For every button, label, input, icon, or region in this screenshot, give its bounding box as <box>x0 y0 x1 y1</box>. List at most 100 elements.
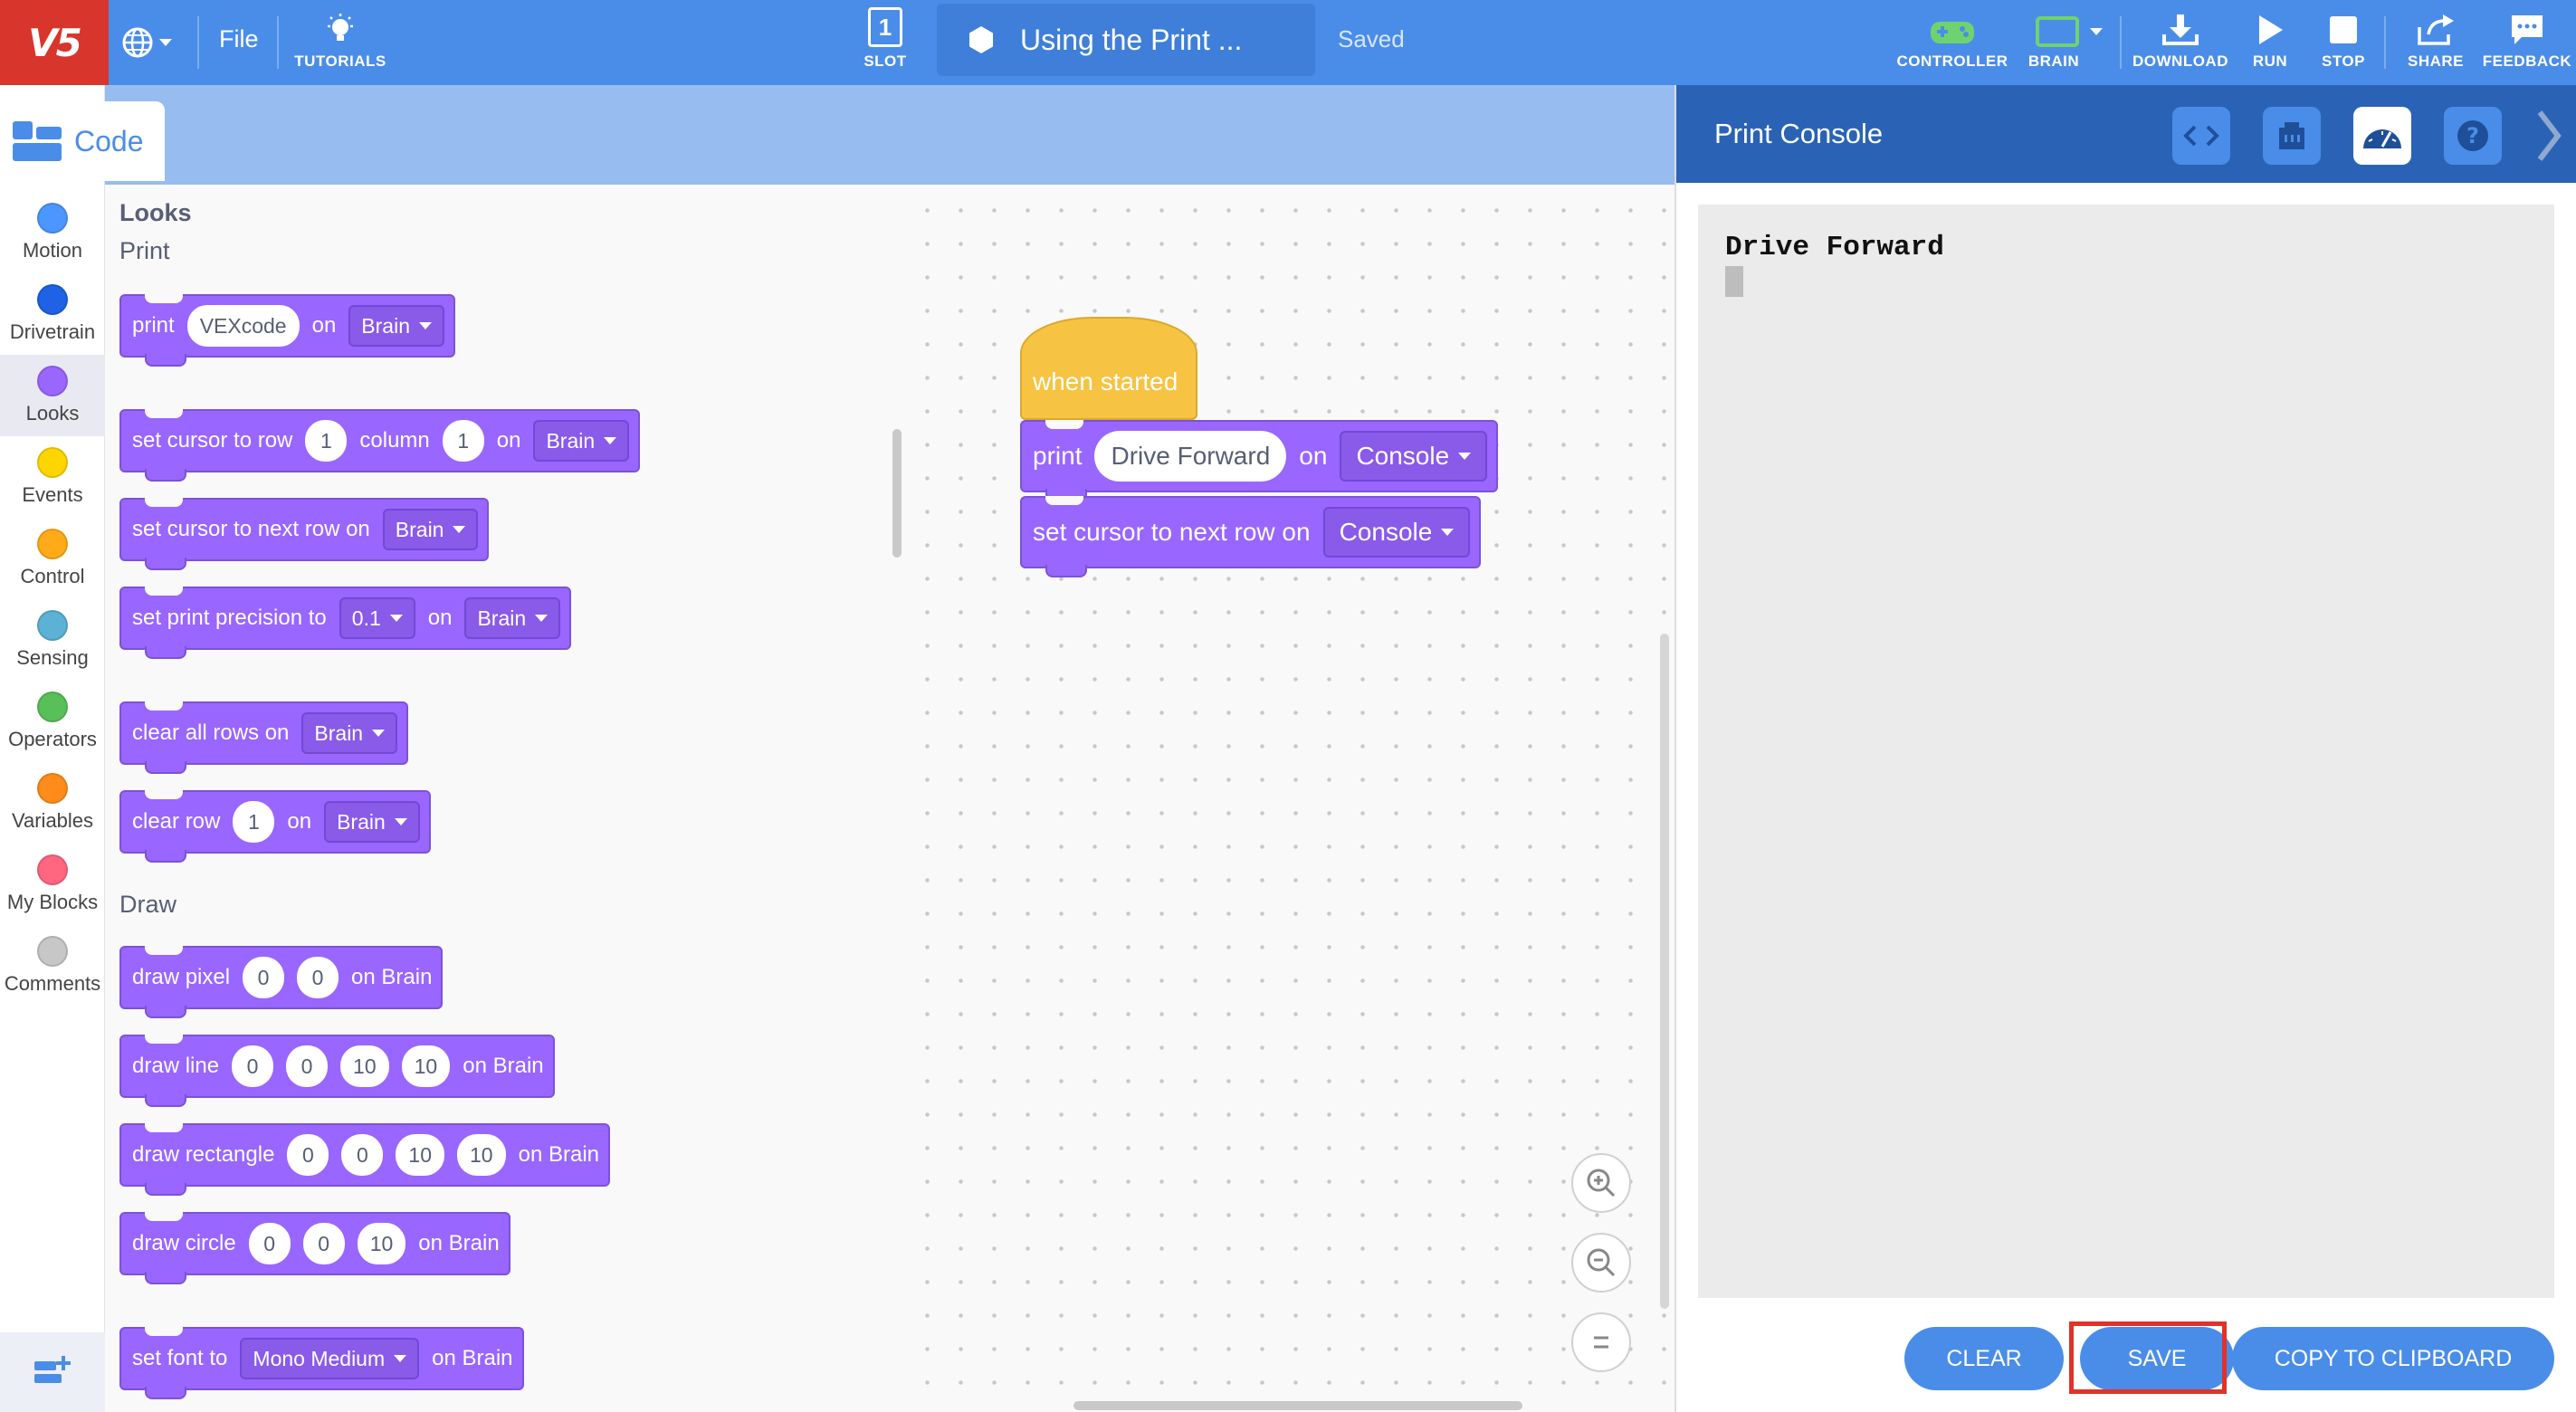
draw-rectangle-block[interactable]: draw rectangle 0 0 10 10 on Brain <box>119 1123 610 1196</box>
x2-input[interactable]: 10 <box>340 1045 389 1087</box>
collapse-panel-button[interactable] <box>2525 107 2571 165</box>
x-input[interactable]: 0 <box>243 957 285 998</box>
block-label: draw pixel <box>132 965 231 989</box>
chevron-down-icon <box>1458 453 1472 460</box>
slot-button[interactable]: 1 SLOT <box>854 5 916 80</box>
stop-button[interactable]: STOP <box>2314 5 2373 80</box>
set-font-block[interactable]: set font to Mono Medium on Brain <box>119 1327 524 1399</box>
dropdown-value: Brain <box>337 809 386 834</box>
target-dropdown[interactable]: Brain <box>301 712 398 754</box>
y2-input[interactable]: 10 <box>401 1045 451 1087</box>
dropdown-value: Brain <box>361 313 410 338</box>
font-dropdown[interactable]: Mono Medium <box>240 1338 420 1379</box>
divider <box>277 16 279 69</box>
project-title-field[interactable]: Using the Print ... <box>937 4 1315 76</box>
row-input[interactable]: 1 <box>305 420 348 462</box>
brain-button[interactable]: BRAIN <box>2024 5 2114 80</box>
code-brackets-icon <box>2183 125 2219 147</box>
block-label: on Brain <box>351 965 433 989</box>
y-input[interactable]: 0 <box>297 957 339 998</box>
next-row-block[interactable]: set cursor to next row on Brain <box>119 498 490 570</box>
category-label: Control <box>20 565 85 587</box>
radius-input[interactable]: 10 <box>357 1223 406 1264</box>
reset-zoom-button[interactable] <box>1571 1312 1631 1372</box>
language-menu[interactable] <box>121 20 186 65</box>
slot-number: 1 <box>878 13 892 41</box>
tutorials-button[interactable]: TUTORIALS <box>288 5 393 80</box>
controller-button[interactable]: CONTROLLER <box>1894 5 2011 80</box>
print-precision-block[interactable]: set print precision to 0.1 on Brain <box>119 587 572 659</box>
code-tab[interactable]: Code <box>0 101 165 181</box>
clear-row-block[interactable]: clear row 1 on Brain <box>119 790 431 863</box>
zoom-out-button[interactable] <box>1571 1233 1631 1293</box>
clear-button[interactable]: CLEAR <box>1904 1327 2064 1390</box>
width-input[interactable]: 10 <box>396 1134 445 1176</box>
target-dropdown[interactable]: Brain <box>464 597 561 639</box>
x-input[interactable]: 0 <box>248 1223 291 1264</box>
x-input[interactable]: 0 <box>287 1134 329 1176</box>
help-tab[interactable]: ? <box>2444 107 2502 165</box>
row-input[interactable]: 1 <box>233 801 275 843</box>
sidebar-item-drivetrain[interactable]: Drivetrain <box>0 273 105 355</box>
y-input[interactable]: 0 <box>302 1223 345 1264</box>
target-dropdown[interactable]: Brain <box>533 420 630 462</box>
workspace-print-block[interactable]: print Drive Forward on Console <box>1020 420 1499 501</box>
sidebar-item-operators[interactable]: Operators <box>0 681 105 762</box>
devices-tab[interactable] <box>2263 107 2321 165</box>
y1-input[interactable]: 0 <box>286 1045 329 1087</box>
vex-v5-logo[interactable]: V5 <box>0 0 109 85</box>
x1-input[interactable]: 0 <box>232 1045 274 1087</box>
sidebar-item-control[interactable]: Control <box>0 518 105 599</box>
draw-circle-block[interactable]: draw circle 0 0 10 on Brain <box>119 1212 510 1284</box>
block-label: set print precision to <box>132 606 327 630</box>
target-dropdown[interactable]: Brain <box>324 801 420 843</box>
extensions-button[interactable] <box>0 1332 105 1412</box>
zoom-in-icon <box>1587 1169 1616 1197</box>
chevron-right-icon <box>2537 110 2562 161</box>
zoom-in-button[interactable] <box>1571 1153 1631 1213</box>
tutorials-label: TUTORIALS <box>294 52 386 70</box>
set-cursor-block[interactable]: set cursor to row 1 column 1 on Brain <box>119 409 641 482</box>
target-dropdown[interactable]: Console <box>1322 507 1471 558</box>
chevron-down-icon <box>419 322 432 329</box>
dropdown-value: Brain <box>477 606 527 630</box>
block-label: set cursor to next row on <box>1033 518 1311 546</box>
print-block[interactable]: print VEXcode on Brain <box>119 294 455 367</box>
feedback-button[interactable]: FEEDBACK <box>2482 5 2572 80</box>
column-input[interactable]: 1 <box>442 420 484 462</box>
workspace-vertical-scrollbar[interactable] <box>1660 634 1669 1309</box>
sidebar-item-sensing[interactable]: Sensing <box>0 599 105 681</box>
draw-line-block[interactable]: draw line 0 0 10 10 on Brain <box>119 1035 555 1107</box>
height-input[interactable]: 10 <box>457 1134 506 1176</box>
target-dropdown[interactable]: Brain <box>382 509 479 550</box>
download-button[interactable]: DOWNLOAD <box>2127 5 2234 80</box>
share-button[interactable]: SHARE <box>2395 5 2476 80</box>
clear-all-rows-block[interactable]: clear all rows on Brain <box>119 701 409 774</box>
target-dropdown[interactable]: Brain <box>348 305 444 347</box>
block-label: on Brain <box>463 1054 544 1078</box>
run-button[interactable]: RUN <box>2243 5 2297 80</box>
when-started-block[interactable]: when started <box>1020 317 1197 420</box>
dashboard-tab[interactable] <box>2353 107 2411 165</box>
sidebar-item-events[interactable]: Events <box>0 436 105 518</box>
block-label: draw line <box>132 1054 220 1078</box>
palette-scrollbar[interactable] <box>892 429 902 558</box>
text-input[interactable]: VEXcode <box>186 305 300 347</box>
sidebar-item-looks[interactable]: Looks <box>0 355 105 436</box>
code-workspace[interactable] <box>902 185 1674 1412</box>
workspace-horizontal-scrollbar[interactable] <box>1073 1401 1522 1410</box>
copy-to-clipboard-button[interactable]: COPY TO CLIPBOARD <box>2232 1327 2554 1390</box>
draw-pixel-block[interactable]: draw pixel 0 0 on Brain <box>119 946 444 1018</box>
text-input[interactable]: Drive Forward <box>1094 431 1287 482</box>
precision-dropdown[interactable]: 0.1 <box>339 597 415 639</box>
file-menu[interactable]: File <box>219 25 259 53</box>
workspace-next-row-block[interactable]: set cursor to next row on Console <box>1020 496 1482 577</box>
sidebar-item-comments[interactable]: Comments <box>0 925 105 1007</box>
sidebar-item-my-blocks[interactable]: My Blocks <box>0 844 105 925</box>
y-input[interactable]: 0 <box>341 1134 384 1176</box>
target-dropdown[interactable]: Console <box>1340 431 1488 482</box>
sidebar-item-motion[interactable]: Motion <box>0 192 105 273</box>
sidebar-item-variables[interactable]: Variables <box>0 762 105 844</box>
console-output-area[interactable]: Drive Forward <box>1698 205 2554 1298</box>
code-viewer-tab[interactable] <box>2172 107 2230 165</box>
